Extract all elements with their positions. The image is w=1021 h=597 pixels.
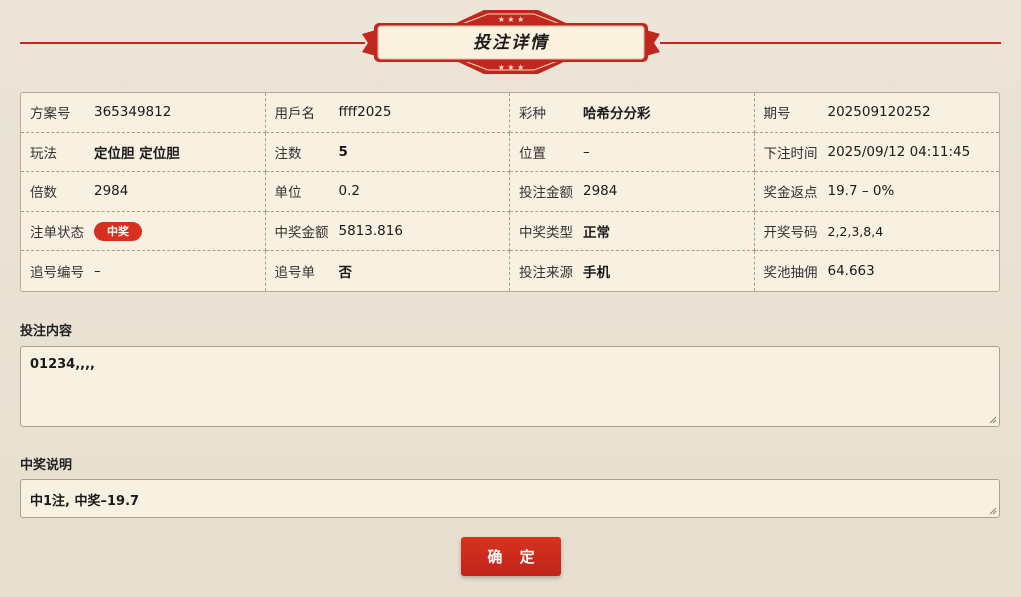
confirm-button[interactable]: 确 定	[461, 537, 561, 576]
detail-cell-chase-order: 追号单 否	[266, 251, 510, 291]
detail-label: 下注时间	[763, 145, 818, 162]
dialog-title: 投注详情	[473, 33, 549, 53]
detail-value: 手机	[583, 265, 610, 282]
detail-label: 注单状态	[30, 225, 84, 242]
bet-content-label: 投注内容	[20, 324, 73, 339]
detail-label: 追号单	[274, 265, 316, 282]
detail-cell-pool-commission: 奖池抽佣 64.663	[755, 251, 1000, 291]
detail-value: –	[94, 263, 101, 280]
detail-label: 彩种	[519, 106, 546, 123]
detail-cell-play: 玩法 定位胆 定位胆	[21, 132, 266, 173]
detail-value: ffff2025	[338, 104, 392, 121]
svg-text:★ ★ ★: ★ ★ ★	[498, 15, 525, 24]
detail-value: 2984	[94, 183, 129, 200]
detail-label: 中奖金额	[274, 225, 329, 242]
detail-value: –	[583, 143, 590, 160]
detail-cell-rebate: 奖金返点 19.7 – 0%	[754, 172, 999, 212]
detail-label: 位置	[519, 145, 546, 162]
detail-value: 202509120252	[827, 104, 931, 121]
detail-label: 单位	[274, 185, 302, 202]
bet-content-field[interactable]: 01234,,,,	[20, 346, 1000, 427]
header-rule-right	[660, 42, 1001, 44]
win-desc-label: 中奖说明	[20, 458, 73, 473]
detail-value: 否	[338, 265, 353, 282]
detail-label: 追号编号	[30, 265, 84, 282]
title-badge: ★ ★ ★ ★ ★ ★ 投注详情	[362, 8, 660, 76]
detail-cell-draw-number: 开奖号码 2,2,3,8,4	[754, 212, 999, 252]
detail-label: 注数	[274, 145, 302, 162]
bet-content-text: 01234,,,,	[30, 357, 95, 372]
win-desc-text: 中1注, 中奖–19.7	[30, 494, 140, 509]
detail-value: 19.7 – 0%	[827, 183, 895, 200]
detail-label: 奖金返点	[763, 185, 818, 202]
detail-label: 用戶名	[274, 106, 316, 123]
win-desc-field[interactable]: 中1注, 中奖–19.7	[20, 479, 1000, 518]
detail-label: 奖池抽佣	[763, 265, 818, 282]
detail-cell-bet-source: 投注来源 手机	[510, 251, 755, 291]
detail-cell-bet-time: 下注时间 2025/09/12 04:11:45	[754, 133, 999, 173]
detail-value: 5	[338, 143, 348, 160]
detail-cell-position: 位置 –	[510, 132, 755, 173]
detail-label: 期号	[763, 106, 791, 123]
bet-details-dialog: ★ ★ ★ ★ ★ ★ 投注详情 方案号 365349812 用戶名 ffff202…	[0, 0, 1021, 597]
status-badge: 中奖	[94, 221, 142, 241]
detail-cell-bet-amount: 投注金额 2984	[510, 172, 755, 212]
detail-value: 定位胆 定位胆	[94, 145, 180, 162]
detail-label: 倍数	[30, 185, 57, 202]
detail-cell-issue: 期号 202509120252	[754, 93, 999, 133]
detail-label: 中奖类型	[519, 225, 573, 242]
detail-value: 365349812	[94, 104, 172, 121]
svg-text:★ ★ ★: ★ ★ ★	[498, 63, 525, 72]
detail-label: 投注来源	[519, 265, 573, 282]
detail-cell-plan-no: 方案号 365349812	[21, 93, 266, 133]
detail-cell-win-amount: 中奖金额 5813.816	[265, 211, 510, 252]
detail-value: 正常	[583, 225, 610, 242]
detail-value: 64.663	[827, 263, 875, 280]
detail-value: 2,2,3,8,4	[827, 223, 884, 239]
resize-handle-icon[interactable]	[989, 507, 997, 515]
detail-cell-win-type: 中奖类型 正常	[510, 211, 755, 252]
detail-label: 方案号	[30, 106, 71, 123]
detail-value: 2984	[583, 183, 618, 200]
details-grid: 方案号 365349812 用戶名 ffff2025 彩种 哈希分分彩 期号 20250…	[20, 92, 1000, 292]
detail-cell-username: 用戶名 ffff2025	[265, 93, 510, 133]
detail-cell-status: 注单状态 中奖	[21, 211, 266, 252]
detail-cell-multiple: 倍数 2984	[21, 172, 266, 212]
detail-value: 2025/09/12 04:11:45	[827, 143, 971, 160]
resize-handle-icon[interactable]	[989, 416, 997, 424]
detail-label: 开奖号码	[763, 225, 818, 242]
detail-value: 5813.816	[338, 223, 403, 240]
header-rule-left	[20, 42, 365, 44]
detail-value: 0.2	[338, 183, 360, 200]
detail-cell-chase-id: 追号编号 –	[21, 251, 266, 291]
detail-label: 投注金额	[519, 185, 573, 202]
detail-label: 玩法	[30, 145, 57, 162]
detail-cell-lottery: 彩种 哈希分分彩	[510, 93, 755, 133]
detail-cell-bet-count: 注数 5	[265, 132, 510, 173]
detail-cell-unit: 单位 0.2	[265, 172, 510, 212]
detail-value: 哈希分分彩	[583, 106, 651, 123]
